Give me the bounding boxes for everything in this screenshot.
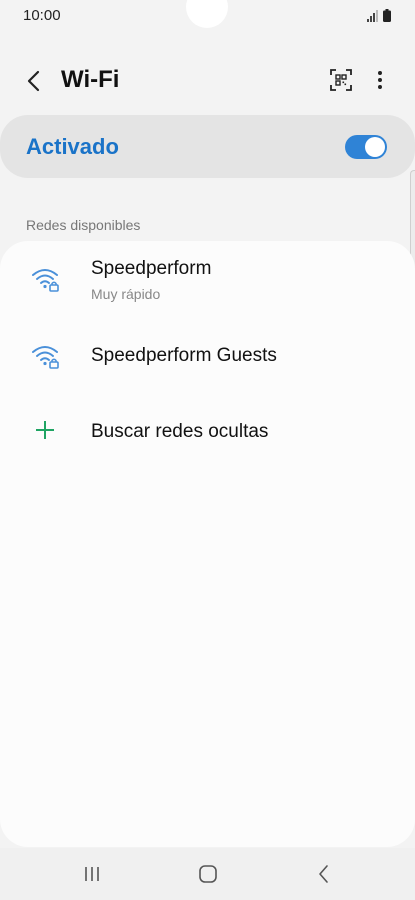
status-time: 10:00	[23, 7, 61, 24]
network-name: Speedperform Guests	[91, 345, 277, 366]
app-header: Wi-Fi	[0, 56, 415, 106]
nav-back-icon	[319, 865, 328, 883]
network-item[interactable]: Speedperform Muy rápido	[0, 241, 415, 327]
back-arrow-icon	[27, 70, 40, 92]
battery-icon	[383, 9, 391, 22]
network-speed: Muy rápido	[91, 286, 161, 302]
wifi-lock-icon	[32, 346, 59, 369]
add-hidden-network-label: Buscar redes ocultas	[91, 421, 269, 442]
page-title: Wi-Fi	[61, 66, 120, 93]
recent-apps-icon	[85, 867, 99, 881]
network-list: Speedperform Muy rápido Speedperform Gue…	[0, 241, 415, 847]
camera-notch	[186, 0, 228, 28]
wifi-lock-icon	[32, 269, 59, 292]
wifi-settings-screen: 10:00 Wi-Fi Activado Redes disponibles S…	[0, 0, 415, 900]
plus-icon	[36, 421, 54, 439]
more-vertical-icon	[378, 71, 382, 75]
network-name: Speedperform	[91, 258, 212, 279]
toggle-knob	[365, 137, 385, 157]
navigation-bar	[0, 848, 415, 900]
available-networks-header: Redes disponibles	[26, 217, 141, 233]
recent-apps-button[interactable]	[79, 862, 105, 886]
network-item[interactable]: Speedperform Guests	[0, 327, 415, 399]
home-button[interactable]	[195, 862, 221, 886]
back-button[interactable]	[20, 66, 48, 96]
wifi-master-toggle-row[interactable]: Activado	[0, 115, 415, 178]
signal-icon	[367, 10, 378, 22]
home-icon	[199, 865, 217, 883]
status-icons	[367, 9, 391, 22]
status-bar: 10:00	[0, 0, 415, 32]
qr-scan-icon	[330, 69, 352, 91]
nav-back-button[interactable]	[311, 862, 337, 886]
qr-scan-button[interactable]	[329, 68, 353, 92]
add-hidden-network-item[interactable]: Buscar redes ocultas	[0, 399, 415, 471]
more-options-button[interactable]	[370, 68, 390, 92]
wifi-toggle-label: Activado	[26, 134, 119, 159]
wifi-toggle-switch[interactable]	[345, 135, 387, 159]
